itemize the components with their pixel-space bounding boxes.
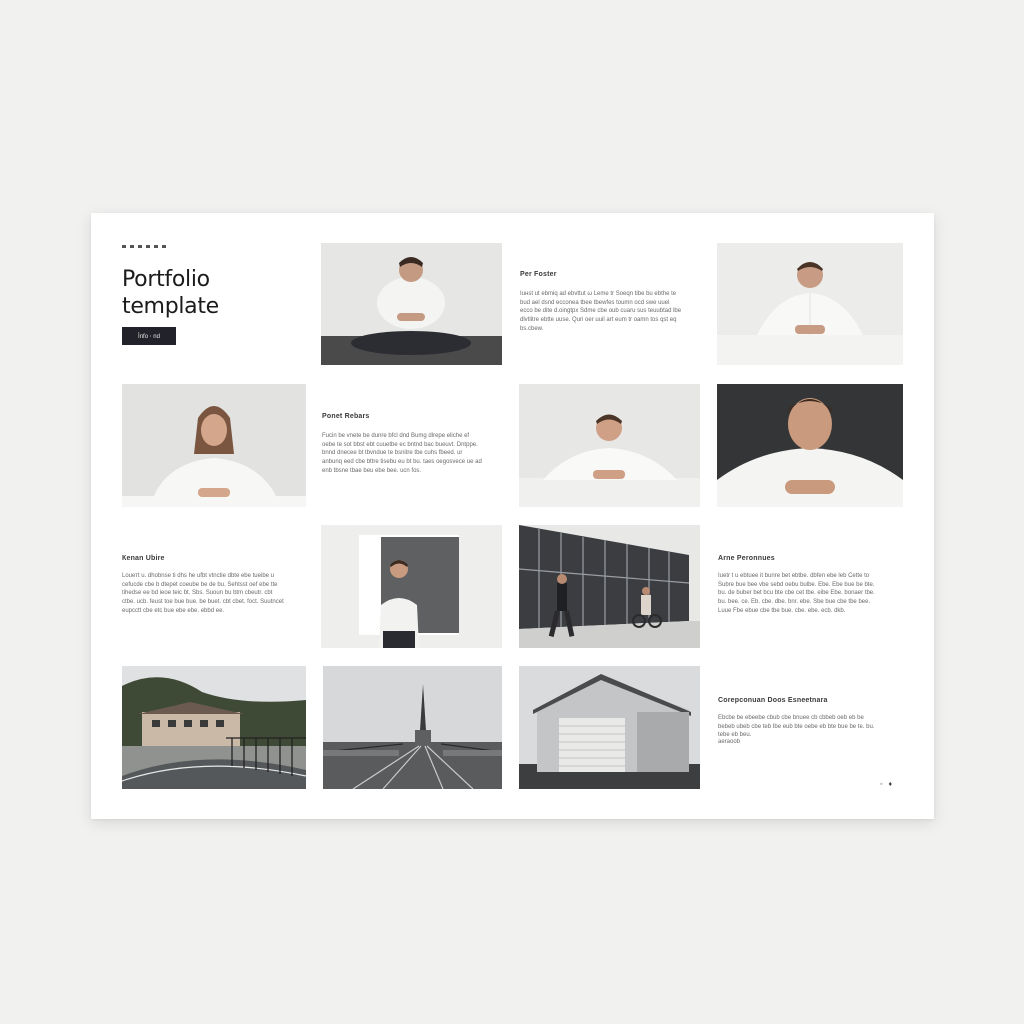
text-block-2-title: Pоnеt Rebаrs <box>322 413 370 420</box>
text-block-3-title: Кеnan Ubire <box>122 555 165 562</box>
text-block-1-title: Pеr Fоstеr <box>520 271 557 278</box>
house-by-road-photo[interactable] <box>122 666 306 789</box>
page-title-line2: template <box>122 294 219 319</box>
man-standing-in-front-of-canvas-photo[interactable] <box>321 525 502 648</box>
woman-portrait-photo[interactable] <box>122 384 306 507</box>
railway-tracks-and-tower-photo[interactable] <box>323 666 502 789</box>
page-controls: ◦ ♦ <box>880 781 892 788</box>
text-block-4-title: Аrnе Pеrоnnuеs <box>718 555 775 562</box>
text-block-5-footnote: aeraoob <box>718 739 741 745</box>
text-block-5-title: Cоrерсоnuаn Dооs Еsnееtnаrа <box>718 697 828 704</box>
garage-building-photo[interactable] <box>519 666 700 789</box>
man-dark-background-portrait-photo[interactable] <box>717 384 903 507</box>
prev-page-icon[interactable]: ◦ <box>880 781 882 788</box>
text-block-2-body: Fucin be vnete be dunre bfcl dnd Bumg dl… <box>322 433 482 474</box>
text-block-3-body: Lоuетt u. dhobnse ti dhs he ufbt vtnctie… <box>122 573 284 614</box>
text-block-1-body: Ιuнst ut ebmiq ad ebvttut ω Leme tr Soeq… <box>520 291 682 332</box>
page-title: Portfolio template <box>122 266 219 320</box>
man-resting-on-arms-photo[interactable] <box>519 384 700 507</box>
eyebrow-dots <box>122 245 166 248</box>
man-sitting-cross-legged-photo[interactable] <box>321 243 502 365</box>
glass-building-with-people-photo[interactable] <box>519 525 700 648</box>
man-leaning-on-table-photo[interactable] <box>717 243 903 365</box>
text-block-5-body: Ebcbe be ebeebe cbub cbe bnuee cb cbbeb … <box>718 715 875 739</box>
text-block-4-body: Ιuetr t u ebtuee it bunre bet ebtbe. dbf… <box>718 573 875 614</box>
next-page-icon[interactable]: ♦ <box>888 781 892 788</box>
info-button[interactable]: Ìnfo ⋅ nd <box>122 327 176 345</box>
page-title-line1: Portfolio <box>122 267 210 292</box>
